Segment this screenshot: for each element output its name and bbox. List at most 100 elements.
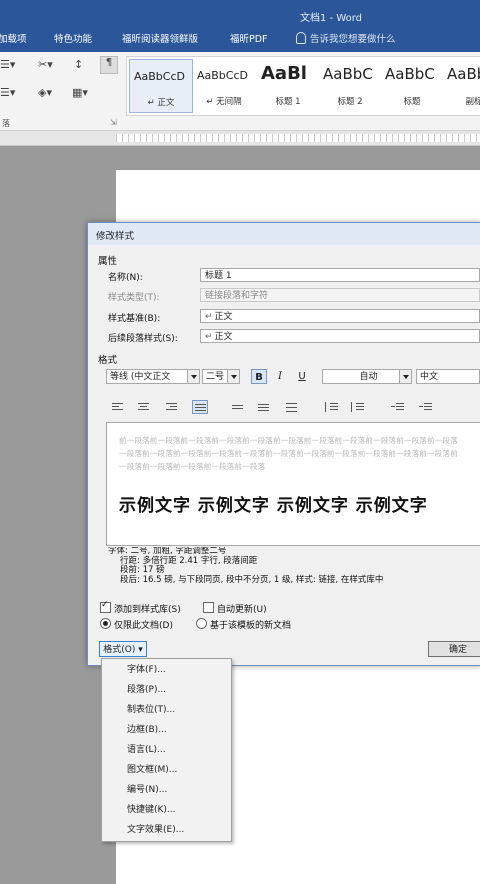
- dialog-title: 修改样式: [96, 231, 135, 242]
- style-normal[interactable]: AaBbCcD ↵ 正文: [129, 59, 193, 113]
- underline-button[interactable]: U: [294, 369, 310, 384]
- auto-update-label: 自动更新(U): [217, 605, 267, 615]
- paragraph-mark-icon: ↵: [205, 312, 213, 322]
- format-menu: 字体(F)... 段落(P)... 制表位(T)... 边框(B)... 语言(…: [101, 658, 232, 842]
- menu-item-language[interactable]: 语言(L)...: [102, 740, 231, 760]
- style-title[interactable]: AaBbC 标题: [381, 59, 443, 111]
- style-name: 标题 2: [337, 97, 363, 107]
- style-description: 字体: 二号, 加粗, 字距调整二号 行距: 多倍行距 2.41 字行, 段落间…: [108, 547, 480, 597]
- script-select[interactable]: 中文: [416, 369, 480, 384]
- multilevel-icon[interactable]: ✂▾: [38, 58, 53, 71]
- only-this-document-label: 仅限此文档(D): [114, 621, 173, 631]
- line-spacing-icon[interactable]: ☰▾: [0, 86, 15, 99]
- format-dropdown-button[interactable]: 格式(O) ▾: [99, 641, 147, 657]
- increase-indent-icon[interactable]: [418, 400, 434, 414]
- based-on-select[interactable]: ↵ 正文: [200, 309, 480, 323]
- style-preview: 前一段落前一段落前一段落前一段落前一段落前一段落前一段落前一段落前一段落前一段落…: [106, 422, 480, 546]
- format-heading: 格式: [98, 355, 118, 366]
- align-right-icon[interactable]: [164, 400, 180, 414]
- menu-item-shortcut-key[interactable]: 快捷键(K)...: [102, 800, 231, 820]
- menu-item-paragraph[interactable]: 段落(P)...: [102, 680, 231, 700]
- single-spacing-icon[interactable]: [230, 400, 246, 414]
- dialog-title-bar[interactable]: 修改样式: [88, 223, 480, 245]
- script-value: 中文: [420, 372, 439, 382]
- menu-item-tabs[interactable]: 制表位(T)...: [102, 700, 231, 720]
- justify-icon[interactable]: [192, 400, 208, 414]
- add-to-gallery-checkbox[interactable]: 添加到样式库(S): [100, 600, 181, 615]
- ribbon-tabs: 加载项 特色功能 福昕阅读器领鲜版 福昕PDF: [0, 31, 480, 47]
- title-bar: 文档1 - Word 加载项 特色功能 福昕阅读器领鲜版 福昕PDF 告诉我您想…: [0, 0, 480, 52]
- italic-button[interactable]: I: [272, 369, 288, 384]
- auto-update-checkbox[interactable]: 自动更新(U): [203, 602, 267, 615]
- style-sample: AaBbCcD: [197, 69, 248, 82]
- tab-foxit-pdf[interactable]: 福昕PDF: [230, 31, 268, 45]
- only-this-document-radio[interactable]: 仅限此文档(D): [100, 618, 173, 631]
- styles-gallery: AaBbCcD ↵ 正文 AaBbCcD ↵ 无间隔 AaBl 标题 1 AaB…: [126, 56, 480, 116]
- preview-previous-paragraph: 一段落前一段落前一段落前一段落前一段落: [119, 462, 266, 471]
- preview-previous-paragraph: 一段落前一段落前一段落前一段落前一段落前一段落前一段落前一段落前一段落前一段落前…: [119, 449, 458, 458]
- shading-icon[interactable]: ◈▾: [38, 86, 52, 99]
- font-select[interactable]: 等线 (中文正文: [106, 369, 200, 384]
- description-line: 段后: 16.5 磅, 与下段同页, 段中不分页, 1 级, 样式: 链接, 在…: [120, 574, 384, 585]
- menu-item-numbering[interactable]: 编号(N)...: [102, 780, 231, 800]
- following-style-label: 后续段落样式(S):: [108, 334, 178, 344]
- show-marks-icon[interactable]: ¶: [100, 56, 118, 74]
- style-name: 标题: [403, 97, 421, 107]
- menu-item-text-effects[interactable]: 文字效果(E)...: [102, 820, 231, 840]
- add-to-gallery-label: 添加到样式库(S): [114, 605, 181, 615]
- style-no-spacing[interactable]: AaBbCcD ↵ 无间隔: [193, 59, 255, 111]
- style-sample: AaBl: [261, 63, 307, 84]
- chevron-down-icon: [187, 370, 199, 383]
- based-on-label: 样式基准(B):: [108, 314, 161, 324]
- following-style-value: 正文: [214, 332, 233, 342]
- list-icon[interactable]: ☰▾: [0, 58, 15, 71]
- decrease-para-spacing-icon[interactable]: [350, 400, 366, 414]
- ok-button[interactable]: 确定: [428, 641, 480, 657]
- menu-item-frame[interactable]: 图文框(M)...: [102, 760, 231, 780]
- style-sample: AaBbCcD: [134, 70, 185, 83]
- font-value: 等线 (中文正文: [110, 372, 171, 382]
- following-style-select[interactable]: ↵ 正文: [200, 329, 480, 343]
- double-spacing-icon[interactable]: [284, 400, 300, 414]
- style-sample: AaBbC: [323, 65, 373, 83]
- window-title: 文档1 - Word: [300, 13, 363, 24]
- ruler-ticks: [116, 134, 480, 142]
- tab-foxit-reader[interactable]: 福昕阅读器领鲜版: [122, 31, 198, 45]
- tab-addins[interactable]: 加载项: [0, 31, 27, 45]
- chevron-down-icon: [399, 370, 411, 383]
- increase-para-spacing-icon[interactable]: [324, 400, 340, 414]
- style-name: 副标: [465, 97, 480, 107]
- font-color-value: 自动: [359, 372, 378, 382]
- name-field[interactable]: 标题 1: [200, 268, 480, 282]
- style-type-field: 链接段落和字符: [200, 288, 480, 302]
- checkbox-unchecked-icon: [203, 602, 214, 613]
- align-left-icon[interactable]: [110, 400, 126, 414]
- tab-special-features[interactable]: 特色功能: [54, 31, 92, 45]
- align-center-icon[interactable]: [136, 400, 152, 414]
- format-button-label: 格式(O): [103, 645, 136, 655]
- new-documents-radio[interactable]: 基于该模板的新文档: [196, 618, 291, 631]
- borders-icon[interactable]: ▦▾: [72, 86, 88, 99]
- sort-icon[interactable]: ↕: [74, 58, 83, 71]
- style-name: ↵ 正文: [147, 98, 175, 108]
- tell-me-search[interactable]: 告诉我您想要做什么: [296, 31, 396, 45]
- menu-item-border[interactable]: 边框(B)...: [102, 720, 231, 740]
- chevron-down-icon: ▾: [138, 645, 143, 655]
- style-heading-2[interactable]: AaBbC 标题 2: [319, 59, 381, 111]
- size-select[interactable]: 二号: [202, 369, 240, 384]
- style-heading-1[interactable]: AaBl 标题 1: [257, 59, 319, 111]
- font-color-select[interactable]: 自动: [322, 369, 412, 384]
- menu-item-font[interactable]: 字体(F)...: [102, 660, 231, 680]
- style-type-label: 样式类型(T):: [108, 293, 160, 303]
- paragraph-group-label: 落: [2, 119, 10, 128]
- tell-me-text: 告诉我您想要做什么: [310, 34, 396, 45]
- one-half-spacing-icon[interactable]: [256, 400, 272, 414]
- preview-previous-paragraph: 前一段落前一段落前一段落前一段落前一段落前一段落前一段落前一段落前一段落前一段落…: [119, 436, 458, 445]
- decrease-indent-icon[interactable]: [390, 400, 406, 414]
- name-label: 名称(N):: [108, 273, 143, 283]
- bold-button[interactable]: B: [251, 369, 267, 384]
- lightbulb-icon: [296, 32, 306, 44]
- dialog-launcher-icon[interactable]: ⇲: [110, 118, 117, 127]
- style-subtitle[interactable]: AaBb 副标: [443, 59, 480, 111]
- radio-unselected-icon: [196, 618, 207, 629]
